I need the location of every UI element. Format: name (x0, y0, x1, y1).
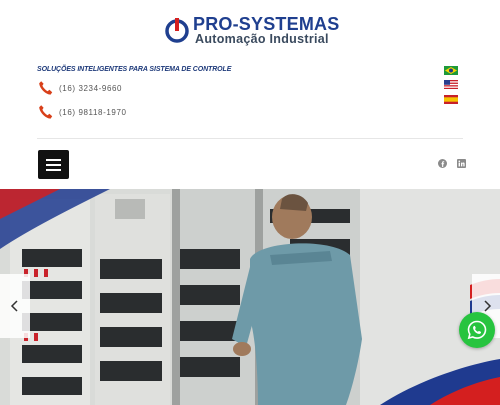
chevron-right-icon (484, 300, 492, 312)
phone-1[interactable]: (16) 3234-9660 (38, 80, 122, 96)
whatsapp-icon (467, 320, 487, 340)
phone-icon (39, 81, 53, 95)
hamburger-menu-button[interactable] (38, 150, 69, 179)
phone-2[interactable]: (16) 98118-1970 (38, 104, 127, 120)
spain-flag-icon[interactable] (444, 95, 458, 104)
hero-slider[interactable] (0, 189, 500, 405)
phone-number: (16) 98118-1970 (59, 107, 127, 117)
whatsapp-button[interactable] (459, 312, 495, 348)
header-divider (37, 138, 463, 139)
usa-flag-icon[interactable] (444, 80, 458, 89)
power-logo-icon (165, 18, 189, 43)
hero-image (0, 189, 500, 405)
linkedin-icon[interactable] (457, 159, 466, 168)
brazil-flag-icon[interactable] (444, 66, 458, 75)
logo-subtitle: Automação Industrial (195, 32, 329, 46)
slider-prev-button[interactable] (0, 274, 30, 338)
phone-number: (16) 3234-9660 (59, 83, 123, 93)
facebook-icon[interactable] (438, 159, 447, 168)
logo[interactable]: PRO-SYSTEMAS Automação Industrial (163, 14, 339, 50)
chevron-left-icon (10, 300, 18, 312)
phone-icon (39, 105, 53, 119)
tagline: SOLUÇÕES INTELIGENTES PARA SISTEMA DE CO… (37, 66, 232, 73)
